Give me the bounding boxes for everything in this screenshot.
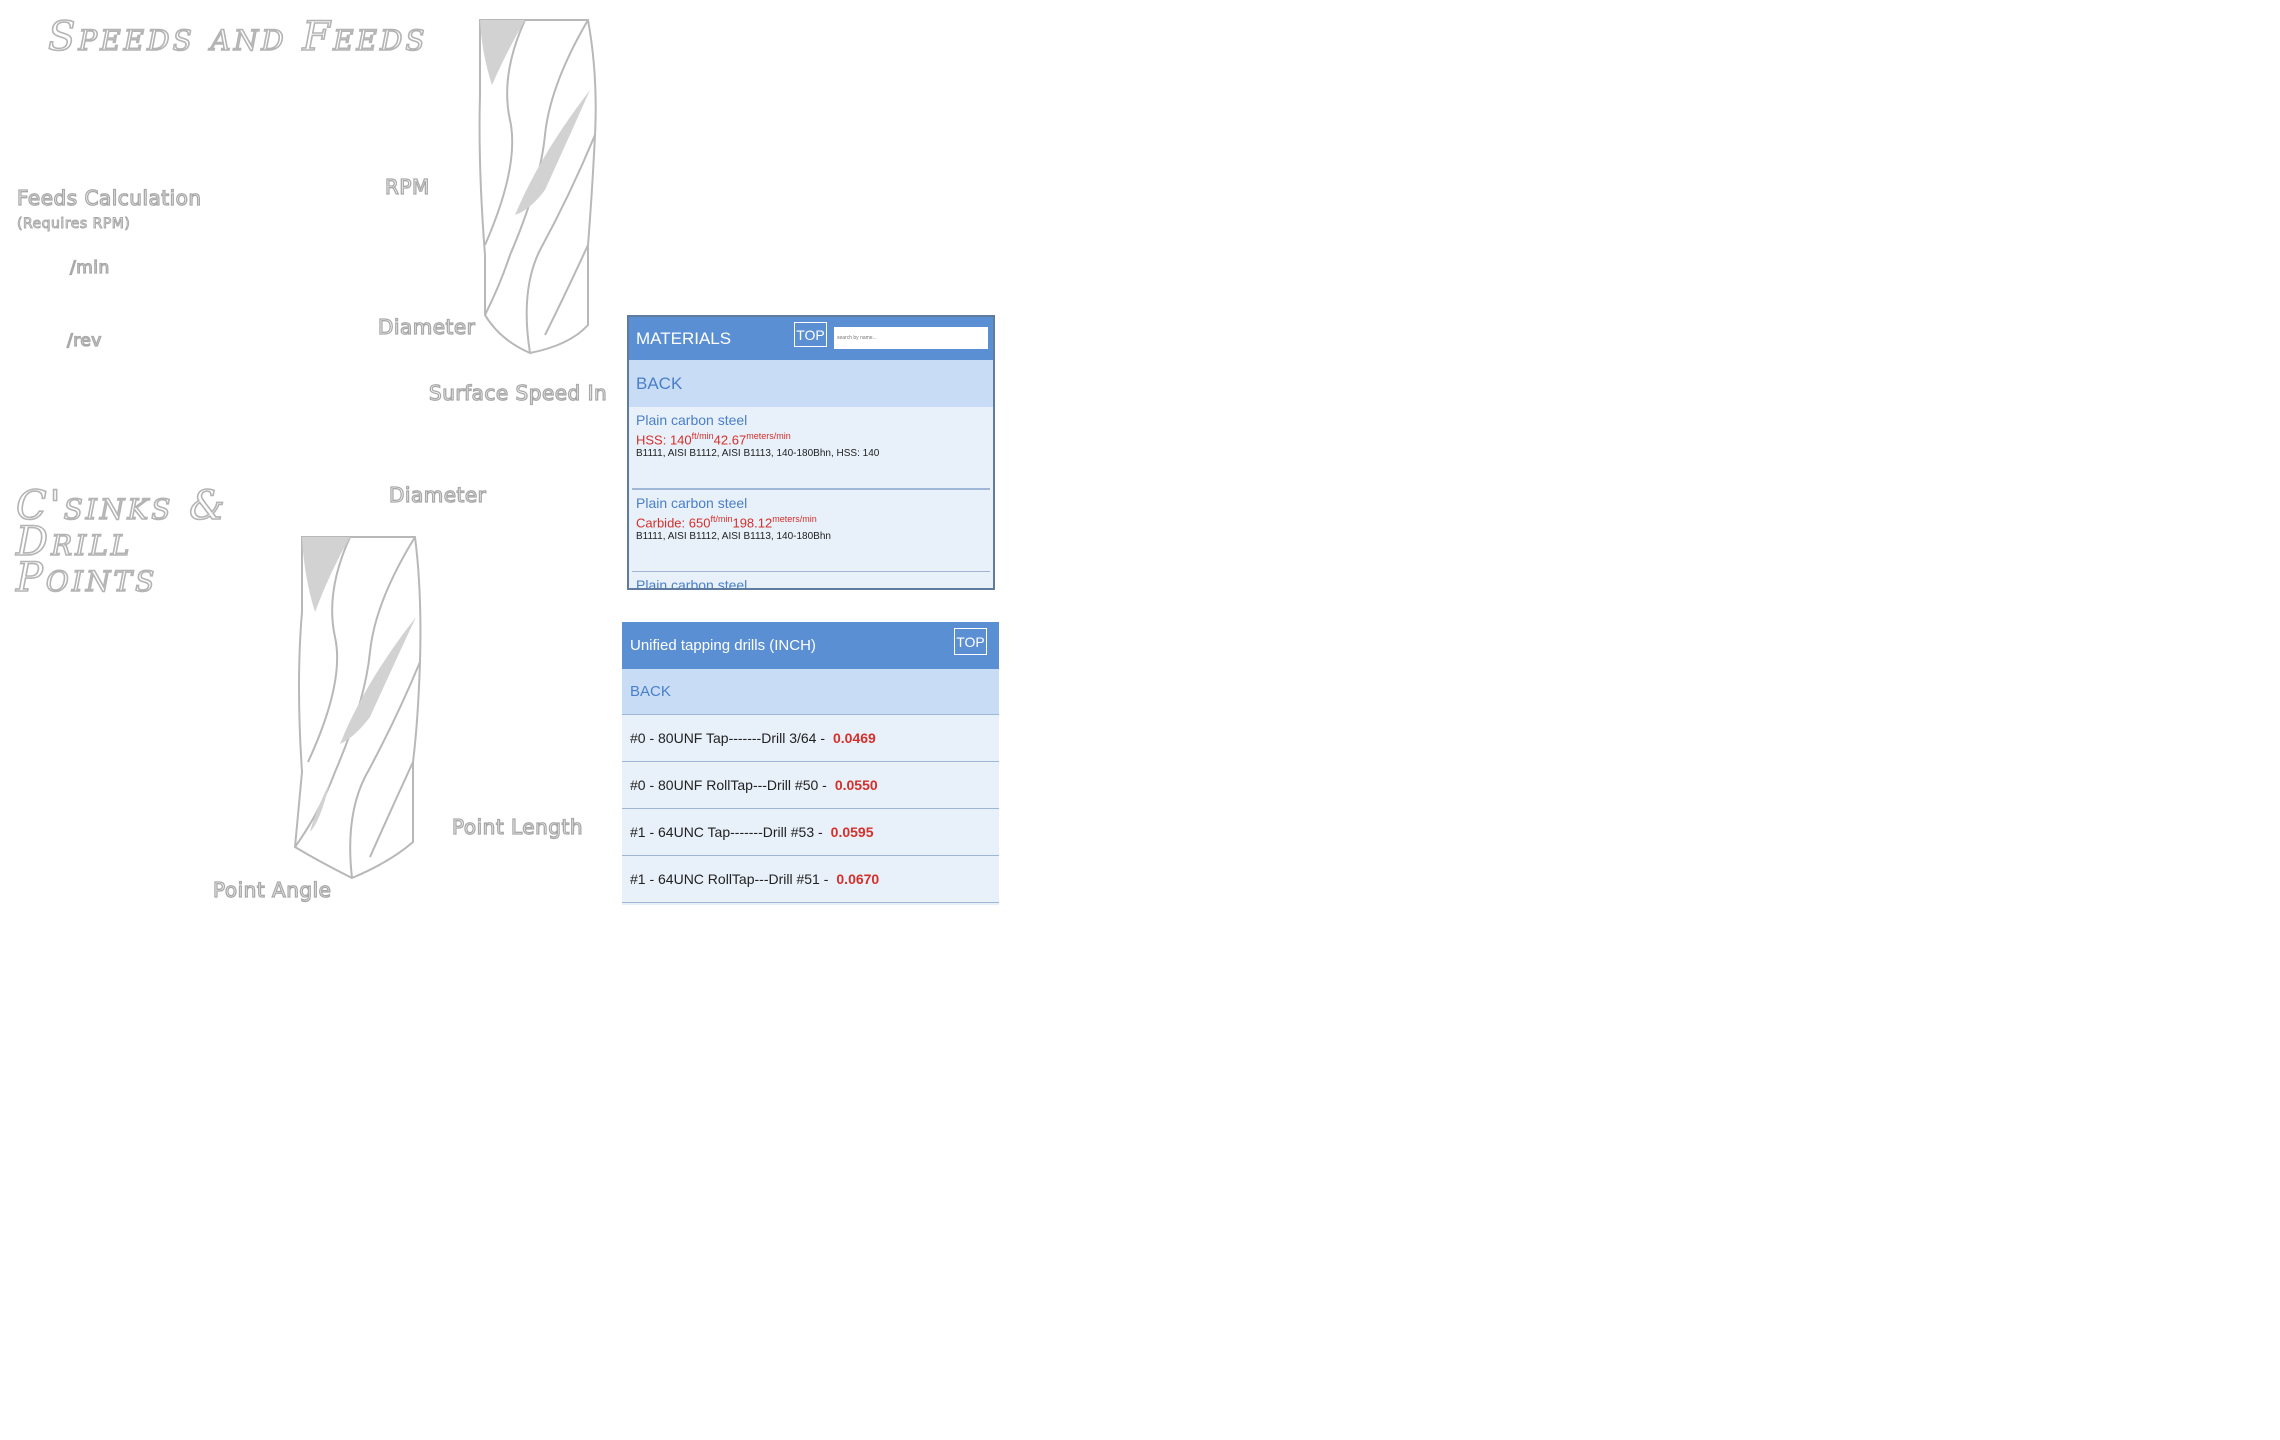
metric-speed-unit: meters/min bbox=[772, 513, 817, 524]
materials-back-button[interactable]: BACK bbox=[629, 360, 993, 407]
list-item[interactable]: Plain carbon steel bbox=[629, 572, 993, 590]
tapping-top-button[interactable]: TOP bbox=[954, 628, 987, 655]
tapping-back-button[interactable]: BACK bbox=[622, 669, 999, 715]
tap-description: #0 - 80UNF Tap-------Drill 3/64 - bbox=[630, 730, 825, 746]
tapping-header: Unified tapping drills (INCH) TOP bbox=[622, 622, 999, 669]
feeds-calculation-label: Feeds Calculation bbox=[16, 185, 202, 210]
speed-unit: ft/min bbox=[691, 431, 714, 441]
drill-bit-icon bbox=[478, 19, 597, 355]
list-item[interactable]: Plain carbon steel HSS: 140ft/min42.67me… bbox=[629, 407, 993, 488]
materials-header: MATERIALS TOP bbox=[629, 317, 993, 360]
drill-size-value: 0.0469 bbox=[833, 730, 876, 746]
tap-description: #1 - 64UNC Tap-------Drill #53 - bbox=[630, 824, 823, 840]
list-item[interactable]: Plain carbon steel Carbide: 650ft/min198… bbox=[629, 490, 993, 571]
feed-per-rev-label: /rev bbox=[66, 330, 102, 351]
material-name: Plain carbon steel bbox=[636, 494, 748, 511]
diameter-label: Diameter bbox=[377, 314, 476, 339]
metric-speed-value: 198.12 bbox=[732, 514, 773, 530]
surface-speed-label: Surface Speed In bbox=[428, 380, 608, 405]
requires-rpm-note: (Requires RPM) bbox=[16, 216, 131, 233]
metric-speed-value: 42.67 bbox=[713, 432, 747, 448]
material-search-input[interactable] bbox=[834, 327, 988, 349]
material-grades: B1111, AISI B1112, AISI B1113, 140-180Bh… bbox=[636, 448, 880, 460]
tapping-drills-panel: Unified tapping drills (INCH) TOP BACK #… bbox=[622, 622, 999, 905]
material-name: Plain carbon steel bbox=[636, 577, 748, 590]
materials-panel: MATERIALS TOP BACK Plain carbon steel HS… bbox=[627, 315, 995, 590]
drill-size-value: 0.0550 bbox=[834, 777, 878, 793]
table-row[interactable]: #1 - 64UNC RollTap---Drill #51 - 0.0670 bbox=[622, 856, 999, 903]
speed-value: HSS: 140 bbox=[636, 432, 692, 448]
rpm-label: RPM bbox=[384, 174, 430, 199]
diameter-label-2: Diameter bbox=[388, 482, 487, 507]
material-speed: HSS: 140ft/min42.67meters/min bbox=[636, 429, 986, 447]
speed-value: Carbide: 650 bbox=[636, 514, 711, 530]
drill-size-value: 0.0670 bbox=[836, 871, 880, 887]
drill-point-icon bbox=[293, 536, 422, 880]
materials-title: MATERIALS bbox=[636, 328, 732, 348]
material-grades: B1111, AISI B1112, AISI B1113, 140-180Bh… bbox=[636, 530, 831, 542]
app-title: Speeds and Feeds bbox=[47, 13, 428, 61]
section-title-csinks: C'sinks & Drill Points bbox=[15, 483, 228, 601]
feed-per-min-label: /min bbox=[69, 257, 110, 278]
drill-size-value: 0.0595 bbox=[830, 824, 874, 840]
point-length-label: Point Length bbox=[451, 814, 583, 839]
table-row[interactable]: #1 - 64UNC Tap-------Drill #53 - 0.0595 bbox=[622, 809, 999, 856]
table-row[interactable]: #0 - 80UNF Tap-------Drill 3/64 - 0.0469 bbox=[622, 715, 999, 762]
tapping-title: Unified tapping drills (INCH) bbox=[630, 637, 816, 654]
material-name: Plain carbon steel bbox=[636, 412, 748, 428]
material-speed: Carbide: 650ft/min198.12meters/min bbox=[636, 512, 986, 530]
metric-speed-unit: meters/min bbox=[746, 431, 791, 441]
tap-description: #1 - 64UNC RollTap---Drill #51 - bbox=[630, 871, 829, 887]
materials-back-label: BACK bbox=[636, 373, 683, 393]
tap-description: #0 - 80UNF RollTap---Drill #50 - bbox=[630, 777, 827, 793]
tapping-back-label: BACK bbox=[630, 683, 671, 700]
speed-unit: ft/min bbox=[710, 513, 733, 524]
table-row[interactable]: #0 - 80UNF RollTap---Drill #50 - 0.0550 bbox=[622, 762, 999, 809]
materials-top-button[interactable]: TOP bbox=[794, 322, 827, 347]
